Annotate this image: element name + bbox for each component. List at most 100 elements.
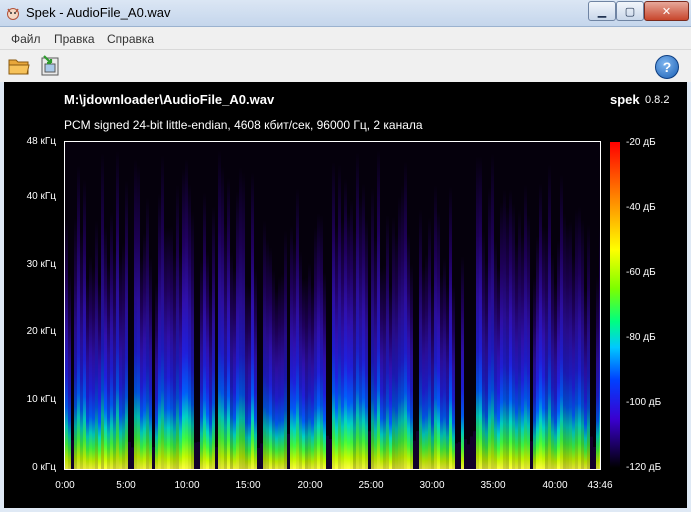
spectrogram-column <box>449 187 452 469</box>
spectrogram-column <box>479 156 482 469</box>
spectrogram-column <box>281 273 284 469</box>
menu-file[interactable]: Файл <box>11 32 41 46</box>
spectrogram-column <box>95 220 98 469</box>
spectrogram-column <box>548 164 551 469</box>
spectrogram-column <box>491 153 494 469</box>
spectrogram-column <box>329 439 332 469</box>
spectrogram-column <box>503 189 506 469</box>
spectrogram-column <box>212 206 215 469</box>
spectrogram-column <box>512 203 515 469</box>
spectrogram-column <box>65 220 68 469</box>
spectrogram-column <box>155 282 158 469</box>
spectrogram-column <box>227 177 230 469</box>
spectrogram-column <box>374 237 377 469</box>
spectrogram-column <box>179 251 182 469</box>
spectrogram-column <box>209 288 212 469</box>
x-tick-label: 40:00 <box>542 480 568 491</box>
spectrogram-column <box>290 225 293 469</box>
spectrogram-column <box>596 276 599 469</box>
colorbar-label: -100 дБ <box>626 397 662 408</box>
spectrogram-column <box>464 439 467 469</box>
close-button[interactable]: ✕ <box>644 1 689 21</box>
spectrogram-column <box>116 151 119 469</box>
y-tick-label: 48 кГц <box>26 136 56 147</box>
spectrogram-column <box>233 267 236 469</box>
minimize-button[interactable]: ▁ <box>588 1 616 21</box>
spectrogram-column <box>359 197 362 469</box>
spectrogram-column <box>206 251 209 469</box>
save-image-icon[interactable] <box>38 54 62 78</box>
spectrogram-column <box>302 278 305 469</box>
spectrogram-column <box>122 242 125 469</box>
spectrogram-plot <box>64 141 601 470</box>
spectrogram-column <box>185 159 188 469</box>
spectrogram-column <box>356 152 359 469</box>
spectrogram-column <box>86 278 89 469</box>
spectrogram-column <box>422 266 425 469</box>
spectrogram-column <box>341 219 344 469</box>
x-tick-label: 20:00 <box>297 480 323 491</box>
spectrogram-column <box>245 283 248 469</box>
spectrogram-column <box>269 247 272 469</box>
spectrogram-column <box>197 441 200 469</box>
app-name: spek <box>610 92 640 107</box>
spectrogram-column <box>551 254 554 469</box>
spectrogram-column <box>215 447 218 469</box>
colorbar <box>610 142 620 468</box>
spectrogram-column <box>398 196 401 469</box>
spectrogram-column <box>485 259 488 469</box>
spectrogram-column <box>224 223 227 469</box>
spectrogram-column <box>311 284 314 469</box>
spectrogram-column <box>80 231 83 469</box>
spectrogram-column <box>188 184 191 469</box>
help-button[interactable]: ? <box>655 55 679 79</box>
spectrogram-column <box>566 224 569 469</box>
y-tick-label: 10 кГц <box>26 394 56 405</box>
minimize-icon: ▁ <box>597 5 607 18</box>
spectrogram-column <box>143 232 146 469</box>
spectrogram-column <box>308 262 311 469</box>
spectrogram-column <box>554 281 557 469</box>
spectrogram-column <box>221 166 224 469</box>
window-title: Spek - AudioFile_A0.wav <box>26 5 171 20</box>
spectrogram-column <box>563 213 566 469</box>
spectrogram-column <box>395 234 398 469</box>
spectrogram-column <box>458 442 461 469</box>
menu-bar: Файл Правка Справка <box>0 27 691 50</box>
spectrogram-column <box>326 435 329 469</box>
spectrogram-column <box>131 447 134 469</box>
spectrogram-panel: M:\jdownloader\AudioFile_A0.wav spek 0.8… <box>4 82 687 508</box>
spectrogram-column <box>140 255 143 469</box>
spectrogram-column <box>149 257 152 469</box>
menu-help[interactable]: Справка <box>107 32 154 46</box>
close-icon: ✕ <box>661 5 672 18</box>
spectrogram-column <box>104 226 107 469</box>
x-tick-label: 10:00 <box>174 480 200 491</box>
spectrogram-column <box>119 256 122 469</box>
x-tick-label: 25:00 <box>358 480 384 491</box>
spectrogram-column <box>254 268 257 469</box>
spectrogram-column <box>248 286 251 469</box>
maximize-button[interactable]: ▢ <box>616 1 644 21</box>
spectrogram-column <box>377 150 380 469</box>
spectrogram-column <box>419 209 422 469</box>
spectrogram-column <box>599 228 600 469</box>
spectrogram-column <box>161 155 164 469</box>
spectrogram-column <box>344 178 347 469</box>
spectrogram-column <box>152 447 155 469</box>
spectrogram-column <box>218 150 221 469</box>
spectrogram-column <box>515 242 518 469</box>
colorbar-label: -20 дБ <box>626 137 656 148</box>
spectrogram-column <box>296 188 299 469</box>
spectrogram-column <box>98 281 101 469</box>
spectrogram-column <box>284 230 287 469</box>
spectrogram-column <box>410 264 413 469</box>
spectrogram-column <box>497 266 500 469</box>
spectrogram-column <box>137 165 140 469</box>
spectrogram-column <box>404 161 407 469</box>
menu-edit[interactable]: Правка <box>54 32 95 46</box>
spectrogram-column <box>314 227 317 469</box>
spectrogram-column <box>524 184 527 469</box>
spectrogram-column <box>275 288 278 469</box>
folder-open-icon[interactable] <box>7 54 31 78</box>
